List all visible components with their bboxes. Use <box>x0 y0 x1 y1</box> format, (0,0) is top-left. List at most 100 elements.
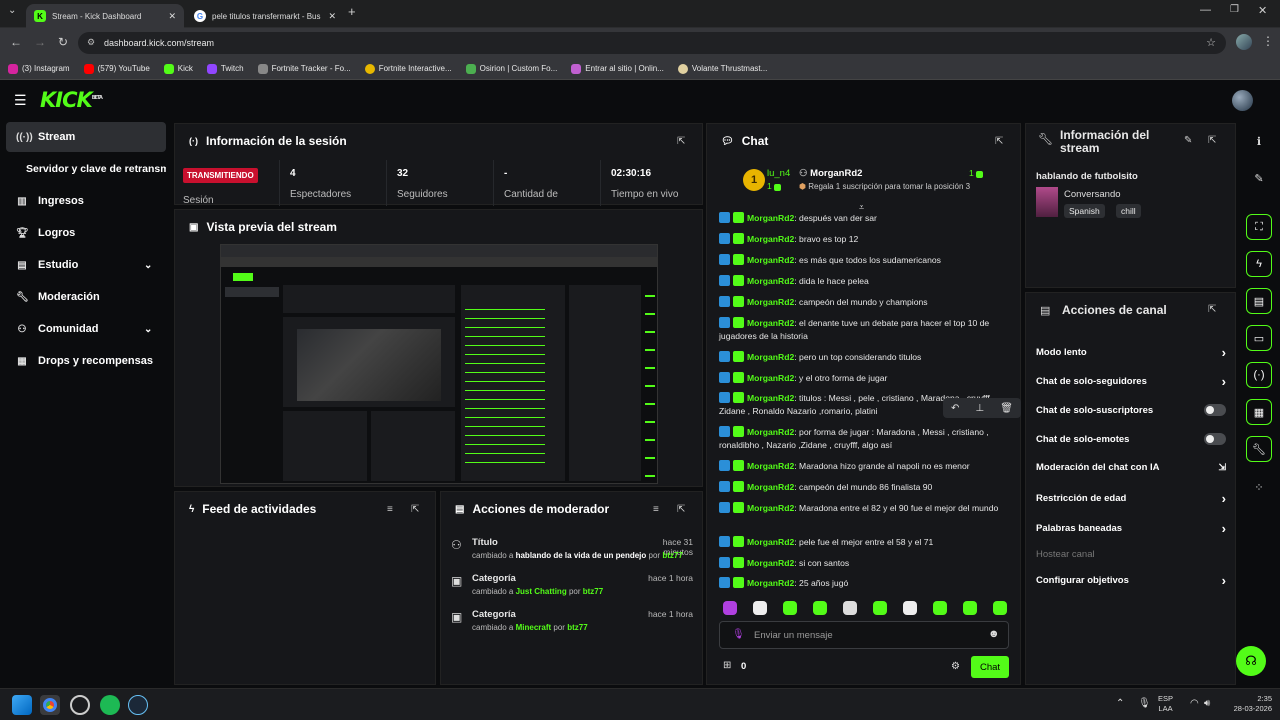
mail-emote-icon[interactable] <box>813 601 827 615</box>
chat-message[interactable]: MorganRd2: es más que todos los sudameri… <box>719 254 1009 267</box>
chat-username[interactable]: MorganRd2 <box>747 297 794 307</box>
wrench-rail-icon[interactable]: 🔧︎ <box>1246 436 1272 462</box>
bookmark-youtube[interactable]: (579) YouTube <box>83 63 150 74</box>
chat-message[interactable]: MorganRd2: por forma de jugar : Maradona… <box>719 426 1009 452</box>
hamburger-menu-icon[interactable]: ☰ <box>14 92 27 109</box>
category-thumbnail[interactable] <box>1036 187 1058 217</box>
tab-google-search[interactable]: G pele titulos transfermarkt - Bus ✕ <box>186 4 344 28</box>
new-tab-icon[interactable]: + <box>348 4 356 19</box>
channel-action-item[interactable]: Palabras baneadas › <box>1036 521 1226 536</box>
bookmark-volante[interactable]: Volante Thrustmast... <box>677 63 767 74</box>
chat-message[interactable]: MorganRd2: bravo es top 12 <box>719 233 1009 246</box>
channel-action-item[interactable]: Modo lento › <box>1036 345 1226 360</box>
kick-emote-icon[interactable] <box>933 601 947 615</box>
document-rail-icon[interactable]: ▤ <box>1246 288 1272 314</box>
popout-icon[interactable]: ⇱ <box>1208 304 1216 315</box>
gift-prompt[interactable]: ⬢ Regala 1 suscripción para tomar la pos… <box>799 182 970 191</box>
chevron-down-icon[interactable]: ⌄ <box>144 324 152 335</box>
chat-username[interactable]: MorganRd2 <box>747 427 794 437</box>
chat-settings-icon[interactable]: ⚙ <box>951 661 960 672</box>
chat-username[interactable]: MorganRd2 <box>747 558 794 568</box>
toggle-switch[interactable] <box>1204 433 1226 445</box>
chat-message[interactable]: MorganRd2: pero un top considerando titu… <box>719 351 1009 364</box>
volume-icon[interactable]: 🔊︎ <box>1204 698 1210 709</box>
desc-user[interactable]: btz77 <box>567 623 587 632</box>
ball-emote-icon[interactable] <box>903 601 917 615</box>
broadcast-rail-icon[interactable]: (·) <box>1246 362 1272 388</box>
delete-icon[interactable]: 🗑︎ <box>1000 403 1013 414</box>
desc-value[interactable]: Minecraft <box>516 623 552 632</box>
kick-logo[interactable]: KICKBETA <box>40 88 103 112</box>
stream-video-preview[interactable] <box>220 244 658 484</box>
edit-icon[interactable]: ✎ <box>1184 135 1192 146</box>
sidebar-item-comunidad[interactable]: ⚇ Comunidad ⌄ <box>6 314 166 344</box>
mod-rail-icon[interactable]: ▦ <box>1246 399 1272 425</box>
bolt-rail-icon[interactable]: ϟ <box>1246 251 1272 277</box>
info-icon[interactable]: ℹ <box>1246 128 1272 154</box>
globe-emote-icon[interactable] <box>843 601 857 615</box>
desc-value[interactable]: Just Chatting <box>516 587 567 596</box>
chat-username[interactable]: MorganRd2 <box>747 503 794 513</box>
sidebar-item-stream[interactable]: ((·)) Stream <box>6 122 166 152</box>
forward-icon[interactable]: → <box>34 35 46 49</box>
chat-rail-icon[interactable]: ▭ <box>1246 325 1272 351</box>
bookmark-entrar[interactable]: Entrar al sitio | Onlin... <box>571 63 664 74</box>
channel-action-item[interactable]: Configurar objetivos › <box>1036 573 1226 588</box>
minimize-icon[interactable]: — <box>1200 4 1211 16</box>
sidebar-item-drops[interactable]: ▦ Drops y recompensas <box>6 346 166 376</box>
support-headset-icon[interactable]: ☊ <box>1236 646 1266 676</box>
profile-avatar[interactable] <box>1236 34 1252 50</box>
chat-username[interactable]: MorganRd2 <box>747 255 794 265</box>
chevron-down-icon[interactable]: ⌄ <box>144 260 152 271</box>
kick-emote-icon[interactable] <box>993 601 1007 615</box>
popout-icon[interactable]: ⇱ <box>411 504 419 515</box>
popout-icon[interactable]: ⇱ <box>677 136 685 147</box>
input-language[interactable]: ESP LAA <box>1158 694 1173 714</box>
toggle-switch[interactable] <box>1204 404 1226 416</box>
obs-icon[interactable] <box>70 695 90 715</box>
popout-icon[interactable]: ⇱ <box>677 504 685 515</box>
top-gifter[interactable]: ⚇ MorganRd2 <box>799 168 862 179</box>
desc-user[interactable]: btz77 <box>583 587 603 596</box>
chat-username[interactable]: MorganRd2 <box>747 393 794 403</box>
bookmark-star-icon[interactable]: ☆ <box>1206 36 1216 49</box>
pink-emote-icon[interactable] <box>723 601 737 615</box>
back-icon[interactable]: ← <box>10 35 22 49</box>
edit-rail-icon[interactable]: ✎ <box>1246 165 1272 191</box>
channel-action-item[interactable]: Chat de solo-seguidores › <box>1036 374 1226 389</box>
sidebar-item-estudio[interactable]: ▤ Estudio ⌄ <box>6 250 166 280</box>
chat-username[interactable]: MorganRd2 <box>747 461 794 471</box>
sidebar-item-ingresos[interactable]: ▥ Ingresos <box>6 186 166 216</box>
leader-name[interactable]: lu_n4 <box>767 168 790 179</box>
windows-start-icon[interactable] <box>12 695 32 715</box>
url-input[interactable]: ⚙ dashboard.kick.com/stream ☆ <box>78 32 1226 54</box>
chat-message[interactable]: MorganRd2: el denante tuve un debate par… <box>719 317 1009 343</box>
sidebar-item-logros[interactable]: 🏆︎ Logros <box>6 218 166 248</box>
emoji-icon[interactable]: ☻ <box>988 628 1000 640</box>
tray-expand-icon[interactable]: ⌃ <box>1116 698 1124 709</box>
chat-message[interactable]: MorganRd2: y el otro forma de jugar <box>719 372 1009 385</box>
clock[interactable]: 2:35 28-03-2026 <box>1220 694 1272 714</box>
menu-dots-icon[interactable]: ⋮ <box>1262 34 1274 48</box>
bookmark-fortnite-interactive[interactable]: Fortnite Interactive... <box>364 63 452 74</box>
reply-icon[interactable]: ↶ <box>951 403 959 414</box>
send-chat-button[interactable]: Chat <box>971 656 1009 678</box>
chat-username[interactable]: MorganRd2 <box>747 213 794 223</box>
close-tab-icon[interactable]: ✕ <box>168 11 176 22</box>
reload-icon[interactable]: ↻ <box>58 35 68 49</box>
bookmark-fortnite-tracker[interactable]: Fortnite Tracker - Fo... <box>257 63 351 74</box>
pin-icon[interactable]: ⊥ <box>975 403 984 414</box>
sidebar-item-moderacion[interactable]: 🔧︎ Moderación <box>6 282 166 312</box>
bookmark-kick[interactable]: Kick <box>163 63 193 74</box>
channel-action-item[interactable]: Moderación del chat con IA ⇲ <box>1036 462 1226 473</box>
chrome-taskbar-button[interactable] <box>40 695 60 715</box>
tab-search-icon[interactable]: ⌄ <box>8 5 16 16</box>
steam-icon[interactable] <box>128 695 148 715</box>
chat-username[interactable]: MorganRd2 <box>747 537 794 547</box>
bookmark-osirion[interactable]: Osirion | Custom Fo... <box>465 63 557 74</box>
chat-message[interactable]: MorganRd2: si con santos <box>719 557 1009 570</box>
sidebar-item-server-key[interactable]: Servidor y clave de retransm <box>6 154 166 184</box>
restore-icon[interactable]: ❐ <box>1230 4 1239 15</box>
popout-icon[interactable]: ⇱ <box>995 136 1003 147</box>
clip-icon[interactable]: ⛶ <box>1246 214 1272 240</box>
